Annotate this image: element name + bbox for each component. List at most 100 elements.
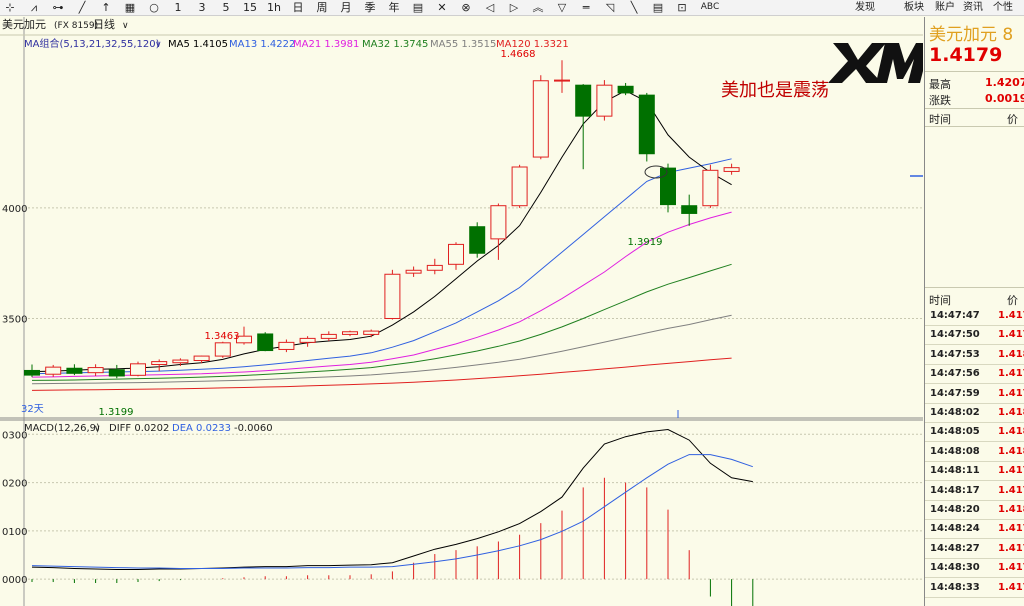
period-year-button[interactable]: 年 <box>386 0 402 16</box>
candlestick-icon[interactable]: ⊶ <box>50 0 66 16</box>
tick-row[interactable]: 14:47:56 1.417 <box>925 365 1024 385</box>
candle-body[interactable] <box>660 167 676 206</box>
period-quarter-button[interactable]: 季 <box>362 0 378 16</box>
tick-row[interactable]: 14:48:30 1.417 <box>925 559 1024 579</box>
period-1h-button[interactable]: 1h <box>266 0 282 16</box>
tick-row[interactable]: 14:48:24 1.417 <box>925 520 1024 540</box>
menu-item-4[interactable]: 个性 <box>993 0 1013 16</box>
candle-body[interactable] <box>448 243 464 265</box>
high-label: 最高 <box>929 78 951 91</box>
tick-price-header: 价 <box>1007 294 1018 307</box>
candle-body[interactable] <box>299 337 316 343</box>
candle-body[interactable] <box>278 341 295 350</box>
tick-time-header: 时间 <box>929 294 951 307</box>
double-up-icon[interactable]: ︽ <box>530 0 546 16</box>
tick-row[interactable]: 14:48:11 1.417 <box>925 462 1024 482</box>
candle-body[interactable] <box>490 205 507 240</box>
candle-body[interactable] <box>554 79 570 82</box>
candle-body[interactable] <box>214 342 231 357</box>
candle-body[interactable] <box>532 80 549 158</box>
period-day-button[interactable]: 日 <box>290 0 306 16</box>
period-1-button[interactable]: 1 <box>170 0 186 16</box>
up-arrow-icon[interactable]: ↑ <box>98 0 114 16</box>
menu-item-3[interactable]: 资讯 <box>963 0 983 16</box>
quote-price: 1.4179 <box>929 44 1003 66</box>
tick-row[interactable]: 14:48:02 1.418 <box>925 404 1024 423</box>
cross-icon[interactable]: ✕ <box>434 0 450 16</box>
candle-body[interactable] <box>617 85 634 94</box>
tick-row[interactable]: 14:47:53 1.418 <box>925 346 1024 365</box>
mid-high-price-label: 1.3463 <box>205 331 240 342</box>
grid-icon[interactable]: ▦ <box>122 0 138 16</box>
candle-body[interactable] <box>87 367 104 374</box>
candle-body[interactable] <box>469 226 486 254</box>
quote-title: 美元加元 8 <box>929 25 1014 45</box>
candle-body[interactable] <box>723 167 740 172</box>
candle-body[interactable] <box>172 359 189 364</box>
candle-body[interactable] <box>193 355 210 362</box>
candle-body[interactable] <box>24 369 40 376</box>
tick-price: 1.417 <box>998 310 1024 321</box>
tick-time: 14:48:20 <box>930 504 980 515</box>
candle-body[interactable] <box>257 333 274 352</box>
menu-item-2[interactable]: 账户 <box>935 0 955 16</box>
slash-icon[interactable]: ╲ <box>626 0 642 16</box>
line-icon[interactable]: ╱ <box>74 0 90 16</box>
period-5-button[interactable]: 5 <box>218 0 234 16</box>
tick-row[interactable]: 14:47:50 1.417 <box>925 326 1024 346</box>
candle-body[interactable] <box>426 264 443 271</box>
ma-legend-item-0: MA5 1.4105 <box>168 39 228 50</box>
right-arrow-icon[interactable]: ▷ <box>506 0 522 16</box>
candle-body[interactable] <box>45 366 62 375</box>
frame-icon[interactable]: ⊡ <box>674 0 690 16</box>
tick-price: 1.418 <box>998 348 1024 360</box>
macd-title: MACD(12,26,9) <box>24 423 100 434</box>
period-3-button[interactable]: 3 <box>194 0 210 16</box>
candle-body[interactable] <box>320 333 337 339</box>
candle-body[interactable] <box>130 363 146 376</box>
table-icon[interactable]: ▤ <box>410 0 426 16</box>
ma-legend-item-4: MA55 1.3515 <box>430 39 496 50</box>
list-icon[interactable]: ▤ <box>650 0 666 16</box>
period-month-button[interactable]: 月 <box>338 0 354 16</box>
tick-row[interactable]: 14:48:08 1.418 <box>925 443 1024 462</box>
zigzag-icon[interactable]: ⩘ <box>26 0 42 16</box>
equal-icon[interactable]: ═ <box>578 0 594 16</box>
crosshair-icon[interactable]: ⊹ <box>2 0 18 16</box>
tick-price: 1.417 <box>998 581 1024 593</box>
tick-row[interactable]: 14:48:05 1.418 <box>925 423 1024 443</box>
candle-body[interactable] <box>363 330 380 335</box>
candle-body[interactable] <box>66 367 83 374</box>
tick-row[interactable]: 14:48:17 1.417 <box>925 482 1024 501</box>
tick-price: 1.417 <box>998 484 1024 496</box>
candle-body[interactable] <box>702 169 719 207</box>
circle-x-icon[interactable]: ⊗ <box>458 0 474 16</box>
tick-row[interactable]: 14:47:59 1.417 <box>925 385 1024 404</box>
menu-item-1[interactable]: 板块 <box>904 0 924 16</box>
circle-icon[interactable]: ○ <box>146 0 162 16</box>
candle-body[interactable] <box>596 84 613 117</box>
macd-dropdown-icon: ∨ <box>94 424 101 434</box>
candle-body[interactable] <box>384 273 401 319</box>
candle-body[interactable] <box>511 166 528 207</box>
period-week-button[interactable]: 周 <box>314 0 330 16</box>
left-arrow-icon[interactable]: ◁ <box>482 0 498 16</box>
shape-icon[interactable]: ◹ <box>602 0 618 16</box>
abc-text-button[interactable]: ABC <box>698 0 722 16</box>
tick-row[interactable]: 14:47:47 1.417 <box>925 307 1024 326</box>
tick-row[interactable]: 14:48:20 1.418 <box>925 501 1024 520</box>
candle-body[interactable] <box>575 84 592 117</box>
candle-body[interactable] <box>638 94 655 155</box>
candle-body[interactable] <box>405 269 422 274</box>
menu-item-0[interactable]: 发现 <box>855 0 875 16</box>
candle-body[interactable] <box>151 361 168 365</box>
period-15-button[interactable]: 15 <box>242 0 258 16</box>
tick-price: 1.417 <box>998 329 1024 341</box>
down-triangle-icon[interactable]: ▽ <box>554 0 570 16</box>
candle-body[interactable] <box>108 369 125 377</box>
price-chart[interactable]: 40003500 0300020001000000 1.46681.39191.… <box>0 17 923 606</box>
candle-body[interactable] <box>342 331 358 335</box>
candle-body[interactable] <box>681 205 698 214</box>
tick-row[interactable]: 14:48:33 1.417 <box>925 579 1024 598</box>
tick-row[interactable]: 14:48:27 1.417 <box>925 540 1024 559</box>
